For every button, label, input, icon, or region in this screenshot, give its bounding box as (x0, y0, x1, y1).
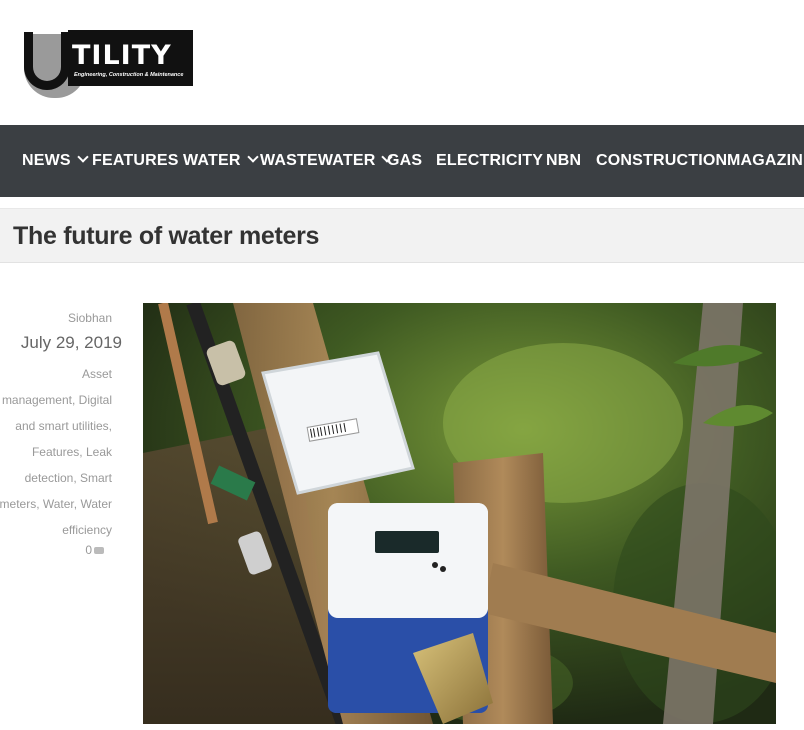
comment-count[interactable]: 0 (85, 543, 104, 557)
nav-item-label: ELECTRICITY (436, 152, 544, 169)
category-line[interactable]: meters, Water, Water (0, 491, 112, 517)
main-nav: NEWS FEATURES WATER WASTEWATER GAS ELECT… (0, 125, 804, 197)
site-header: TILITY Engineering, Construction & Maint… (0, 0, 804, 125)
logo-letter-u (24, 32, 70, 90)
nav-item-label: GAS (387, 152, 423, 169)
chevron-down-icon[interactable] (77, 151, 89, 163)
page-title: The future of water meters (13, 222, 320, 250)
nav-item-label: NBN (546, 152, 582, 169)
comment-count-value: 0 (85, 543, 92, 557)
comment-icon (94, 547, 104, 554)
site-logo[interactable]: TILITY Engineering, Construction & Maint… (20, 28, 195, 98)
category-line[interactable]: Features, Leak (0, 439, 112, 465)
post-date: July 29, 2019 (20, 333, 122, 352)
water-meter-photo (143, 303, 776, 724)
post-author[interactable]: Siobhan (68, 311, 112, 325)
nav-item-label: WASTEWATER (260, 152, 376, 169)
nav-item-gas[interactable]: GAS (387, 125, 422, 197)
nav-item-label: FEATURES (92, 152, 179, 169)
nav-item-wastewater[interactable]: WASTEWATER (260, 125, 394, 197)
nav-item-label: WATER (183, 152, 241, 169)
nav-item-nbn[interactable]: NBN (546, 125, 581, 197)
logo-word: TILITY (72, 40, 172, 71)
logo-tagline: Engineering, Construction & Maintenance (74, 72, 184, 78)
nav-item-magazine[interactable]: MAGAZINE (727, 125, 804, 197)
chevron-down-icon[interactable] (246, 151, 259, 163)
nav-item-water[interactable]: WATER (183, 125, 259, 197)
nav-item-features[interactable]: FEATURES (92, 125, 179, 197)
category-line[interactable]: management, Digital (0, 387, 112, 413)
nav-item-construction[interactable]: CONSTRUCTION (596, 125, 727, 197)
category-line[interactable]: detection, Smart (0, 465, 112, 491)
nav-item-label: NEWS (22, 152, 71, 169)
category-line[interactable]: Asset (0, 361, 112, 387)
post-categories: Asset management, Digital and smart util… (0, 361, 112, 543)
nav-item-electricity[interactable]: ELECTRICITY (436, 125, 543, 197)
title-bar: The future of water meters (0, 208, 804, 263)
nav-item-label: MAGAZINE (727, 152, 804, 169)
category-line[interactable]: and smart utilities, (0, 413, 112, 439)
nav-item-label: CONSTRUCTION (596, 152, 728, 169)
nav-item-news[interactable]: NEWS (22, 125, 89, 197)
category-line[interactable]: efficiency (0, 517, 112, 543)
featured-image (143, 303, 776, 724)
